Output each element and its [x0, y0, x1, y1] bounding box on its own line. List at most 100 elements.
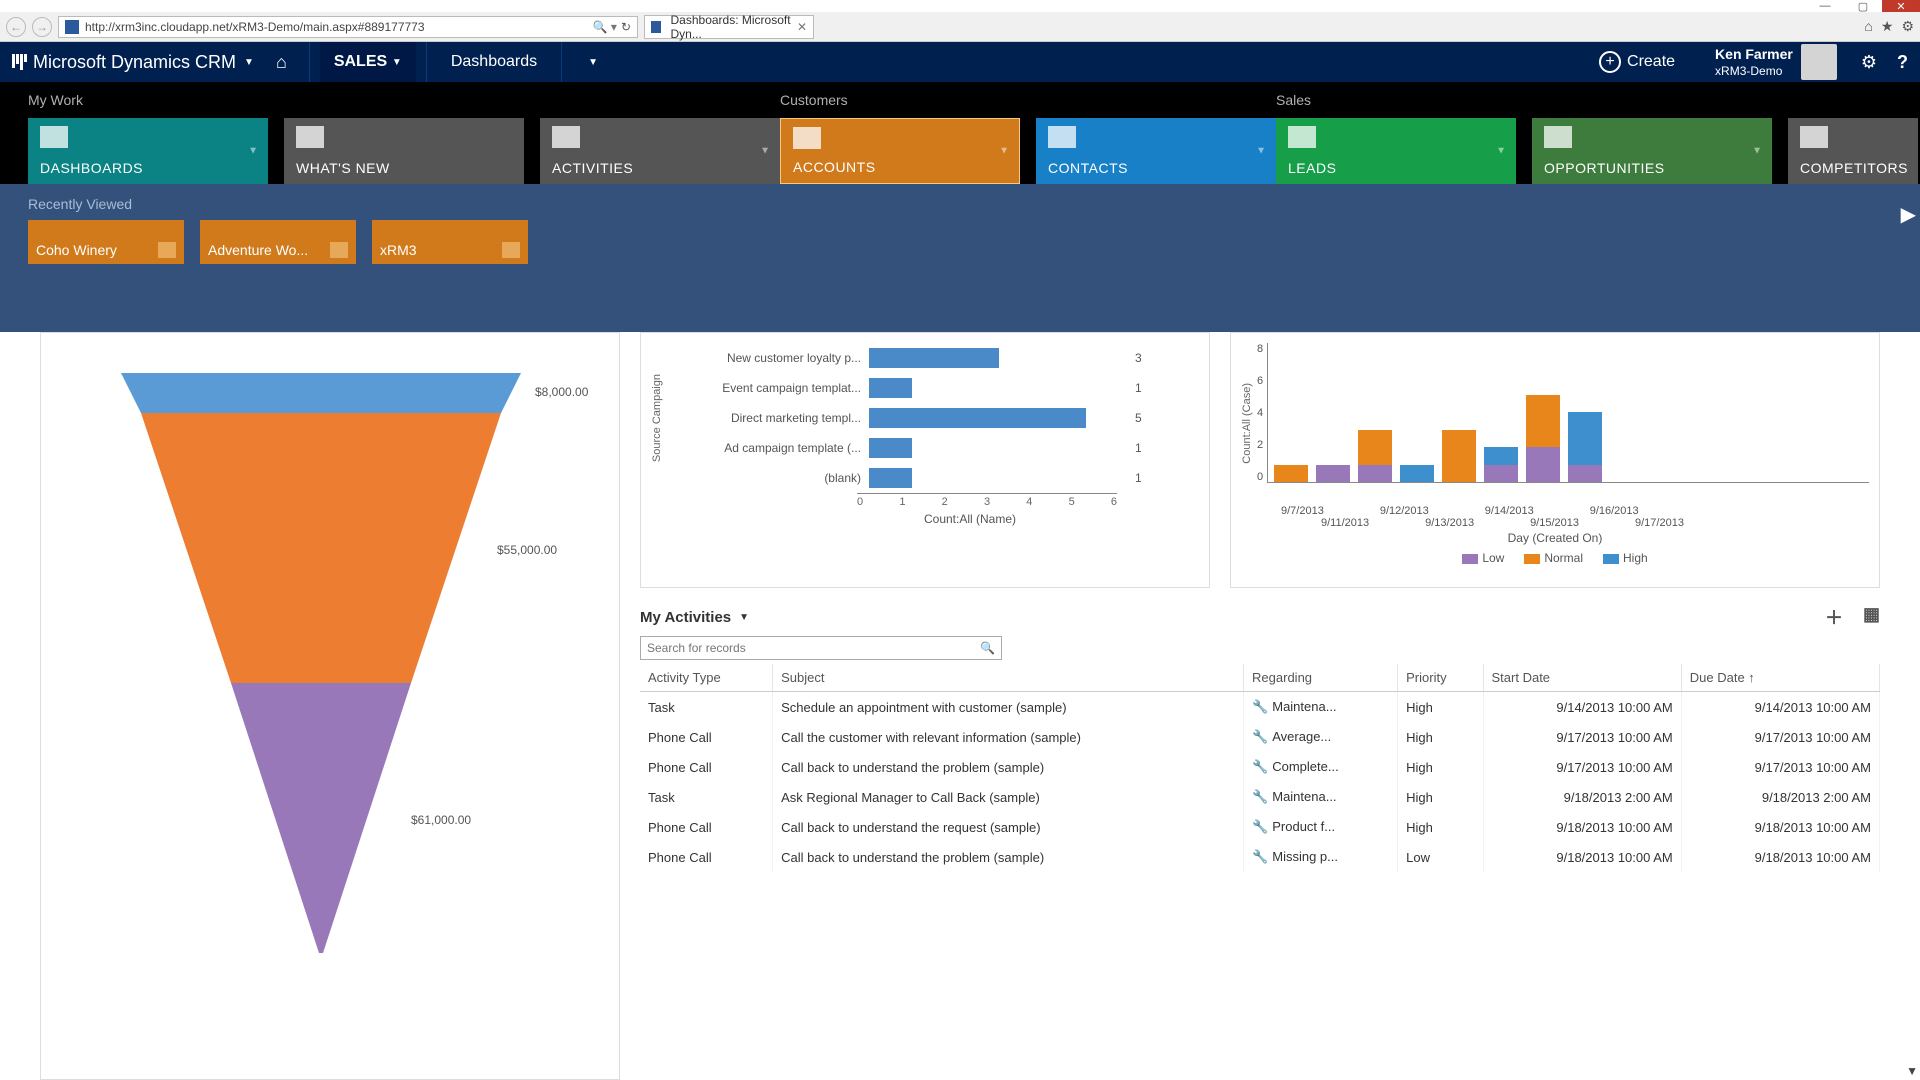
- table-header[interactable]: Due Date ↑: [1681, 664, 1879, 692]
- recent-tile[interactable]: xRM3: [372, 220, 528, 264]
- grid-view-icon[interactable]: ▦: [1863, 604, 1880, 630]
- url-text: http://xrm3inc.cloudapp.net/xRM3-Demo/ma…: [85, 20, 589, 34]
- group-mywork: My Work: [28, 92, 780, 108]
- table-header[interactable]: Start Date: [1483, 664, 1681, 692]
- table-header[interactable]: Activity Type: [640, 664, 773, 692]
- browser-toolbar: ← → http://xrm3inc.cloudapp.net/xRM3-Dem…: [0, 12, 1920, 42]
- stack-xaxis: 9/7/20139/12/20139/14/20139/16/2013: [1281, 505, 1869, 517]
- tile-whatsnew[interactable]: WHAT'S NEW: [284, 118, 524, 184]
- tile-opportunities[interactable]: OPPORTUNITIES ▼: [1532, 118, 1772, 184]
- group-sales: Sales: [1276, 92, 1918, 108]
- nav-dashboards[interactable]: Dashboards: [437, 42, 551, 82]
- table-header-row: Activity TypeSubjectRegardingPrioritySta…: [640, 664, 1880, 692]
- stack-xaxis: 9/11/20139/13/20139/15/20139/17/2013: [1321, 517, 1869, 529]
- chevron-down-icon[interactable]: ▼: [760, 146, 770, 157]
- group-customers: Customers: [780, 92, 1276, 108]
- chevron-down-icon[interactable]: ▼: [739, 612, 749, 623]
- table-header[interactable]: Subject: [773, 664, 1244, 692]
- bar-row: Event campaign templat...1: [669, 373, 1199, 403]
- contacts-icon: [1048, 126, 1076, 148]
- recent-tile[interactable]: Adventure Wo...: [200, 220, 356, 264]
- chevron-down-icon[interactable]: ▼: [248, 146, 258, 157]
- legend: Low Normal High: [1241, 551, 1869, 565]
- activities-icon: [552, 126, 580, 148]
- stack-yaxis: 02468: [1253, 343, 1267, 483]
- nav-separator: [561, 42, 562, 82]
- window-chrome: — ▢ ✕: [0, 0, 1920, 12]
- bar-row: Direct marketing templ...5: [669, 403, 1199, 433]
- browser-forward[interactable]: →: [32, 17, 52, 37]
- window-maximize[interactable]: ▢: [1844, 0, 1882, 12]
- product-name: Microsoft Dynamics CRM: [33, 52, 236, 73]
- chevron-down-icon[interactable]: ▼: [999, 146, 1009, 157]
- tab-close[interactable]: ✕: [797, 20, 807, 34]
- tile-label: LEADS: [1288, 160, 1504, 176]
- scroll-down-icon[interactable]: ▼: [1906, 1064, 1918, 1078]
- recent-tile[interactable]: Coho Winery: [28, 220, 184, 264]
- nav-dashboards-dropdown[interactable]: ▼: [572, 42, 612, 82]
- home-icon[interactable]: ⌂: [276, 52, 287, 73]
- opportunities-icon: [1544, 126, 1572, 148]
- stack-column: [1484, 447, 1518, 482]
- bar-row: New customer loyalty p...3: [669, 343, 1199, 373]
- tile-competitors[interactable]: COMPETITORS: [1788, 118, 1918, 184]
- bar-row: (blank)1: [669, 463, 1199, 493]
- tile-activities[interactable]: ACTIVITIES ▼: [540, 118, 780, 184]
- help-icon[interactable]: ?: [1897, 52, 1908, 73]
- nav-sales[interactable]: SALES ▼: [320, 42, 416, 82]
- tile-dashboards[interactable]: DASHBOARDS ▼: [28, 118, 268, 184]
- create-button[interactable]: + Create: [1599, 51, 1675, 73]
- activities-title[interactable]: My Activities: [640, 609, 731, 626]
- tile-contacts[interactable]: CONTACTS ▼: [1036, 118, 1276, 184]
- tab-favicon: [651, 21, 661, 33]
- browser-back[interactable]: ←: [6, 17, 26, 37]
- search-icon[interactable]: 🔍: [980, 641, 995, 655]
- chevron-down-icon[interactable]: ▼: [1496, 146, 1506, 157]
- address-bar[interactable]: http://xrm3inc.cloudapp.net/xRM3-Demo/ma…: [58, 16, 638, 38]
- favorites-icon[interactable]: ★: [1881, 18, 1894, 35]
- search-icon[interactable]: 🔍 ▾: [593, 20, 617, 34]
- tile-label: DASHBOARDS: [40, 160, 256, 176]
- table-row[interactable]: Phone CallCall back to understand the pr…: [640, 842, 1880, 872]
- stack-column: [1442, 430, 1476, 483]
- tile-leads[interactable]: LEADS ▼: [1276, 118, 1516, 184]
- user-block[interactable]: Ken Farmer xRM3-Demo: [1715, 44, 1837, 80]
- recent-tile-label: Coho Winery: [36, 242, 117, 258]
- crm-topnav: Microsoft Dynamics CRM ▼ ⌂ SALES ▼ Dashb…: [0, 42, 1920, 82]
- table-row[interactable]: TaskAsk Regional Manager to Call Back (s…: [640, 782, 1880, 812]
- tile-accounts[interactable]: ACCOUNTS ▼: [780, 118, 1020, 184]
- recent-tile-label: Adventure Wo...: [208, 242, 308, 258]
- nav-separator: [426, 42, 427, 82]
- user-name: Ken Farmer: [1715, 46, 1793, 62]
- account-icon: [502, 242, 520, 258]
- refresh-icon[interactable]: ↻: [621, 20, 631, 34]
- dashboard-icon: [40, 126, 68, 148]
- table-row[interactable]: Phone CallCall the customer with relevan…: [640, 722, 1880, 752]
- legend-normal: Normal: [1544, 551, 1583, 565]
- sitemap-next-arrow[interactable]: ▶: [1901, 202, 1916, 227]
- crm-logo[interactable]: Microsoft Dynamics CRM ▼: [12, 52, 254, 73]
- home-browser-icon[interactable]: ⌂: [1864, 18, 1872, 35]
- org-name: xRM3-Demo: [1715, 64, 1782, 78]
- window-close[interactable]: ✕: [1882, 0, 1920, 12]
- table-header[interactable]: Priority: [1398, 664, 1483, 692]
- recent-tile-label: xRM3: [380, 242, 417, 258]
- plus-icon: +: [1599, 51, 1621, 73]
- stack-column: [1568, 412, 1602, 482]
- bar-xlabel: Count:All (Name): [741, 512, 1199, 526]
- nav-sales-label: SALES: [334, 53, 387, 71]
- table-row[interactable]: TaskSchedule an appointment with custome…: [640, 692, 1880, 723]
- browser-tab[interactable]: Dashboards: Microsoft Dyn... ✕: [644, 15, 814, 39]
- table-row[interactable]: Phone CallCall back to understand the pr…: [640, 752, 1880, 782]
- funnel-value-2: $55,000.00: [497, 543, 557, 557]
- add-activity-icon[interactable]: ＋: [1825, 604, 1843, 630]
- table-header[interactable]: Regarding: [1244, 664, 1398, 692]
- table-row[interactable]: Phone CallCall back to understand the re…: [640, 812, 1880, 842]
- gear-icon[interactable]: ⚙: [1861, 52, 1877, 73]
- chevron-down-icon[interactable]: ▼: [1752, 146, 1762, 157]
- chevron-down-icon[interactable]: ▼: [1256, 146, 1266, 157]
- sitemap-panel: My Work DASHBOARDS ▼ WHAT'S NEW ACTIVITI…: [0, 82, 1920, 332]
- tools-icon[interactable]: ⚙: [1901, 18, 1914, 35]
- window-minimize[interactable]: —: [1806, 0, 1844, 12]
- activities-search[interactable]: Search for records 🔍: [640, 636, 1002, 660]
